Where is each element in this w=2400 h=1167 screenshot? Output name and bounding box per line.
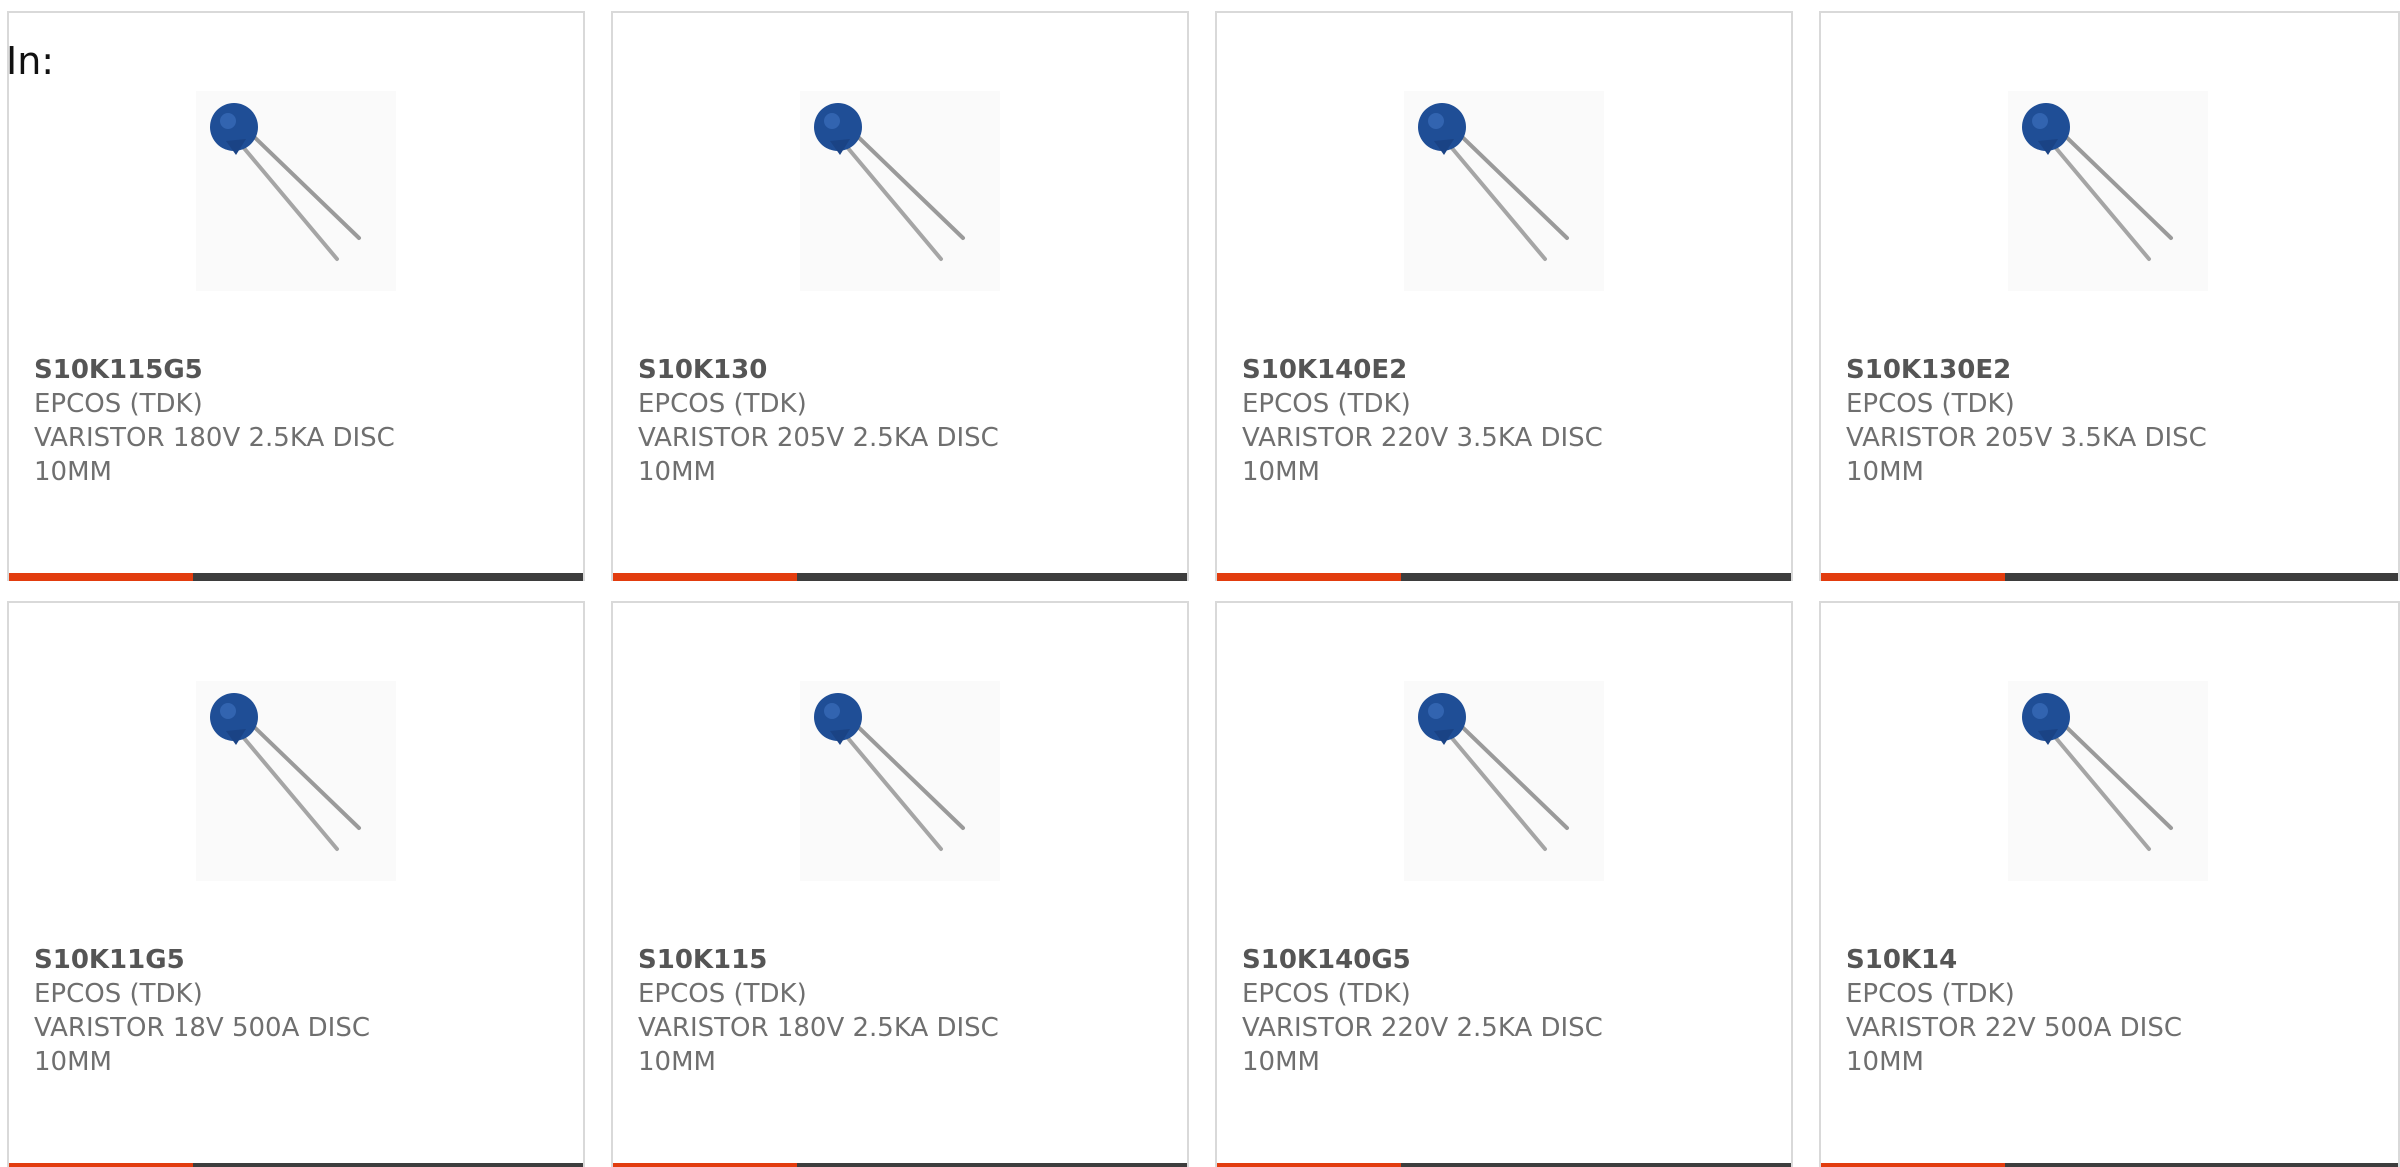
card-bottom-bar bbox=[1217, 573, 1791, 581]
part-number-link[interactable]: S10K140E2 bbox=[1242, 353, 1662, 387]
manufacturer: EPCOS (TDK) bbox=[1242, 979, 1411, 1009]
description: VARISTOR 220V 2.5KA DISC 10MM bbox=[1242, 1013, 1603, 1077]
card-bottom-bar bbox=[1821, 1163, 2398, 1167]
description: VARISTOR 205V 3.5KA DISC 10MM bbox=[1846, 423, 2207, 487]
card-accent bbox=[1821, 1163, 2005, 1167]
varistor-image[interactable] bbox=[800, 681, 1000, 881]
part-number-link[interactable]: S10K115 bbox=[638, 943, 1058, 977]
description: VARISTOR 180V 2.5KA DISC 10MM bbox=[638, 1013, 999, 1077]
part-number-link[interactable]: S10K11G5 bbox=[34, 943, 454, 977]
product-info: S10K11G5 EPCOS (TDK) VARISTOR 18V 500A D… bbox=[34, 943, 454, 1079]
product-card[interactable]: S10K140E2 EPCOS (TDK) VARISTOR 220V 3.5K… bbox=[1215, 11, 1793, 581]
product-info: S10K115 EPCOS (TDK) VARISTOR 180V 2.5KA … bbox=[638, 943, 1058, 1079]
card-accent bbox=[1217, 573, 1401, 581]
part-number-link[interactable]: S10K115G5 bbox=[34, 353, 454, 387]
manufacturer: EPCOS (TDK) bbox=[34, 389, 203, 419]
varistor-image[interactable] bbox=[2008, 681, 2208, 881]
card-accent bbox=[613, 573, 797, 581]
card-accent bbox=[9, 573, 193, 581]
product-card[interactable]: S10K11G5 EPCOS (TDK) VARISTOR 18V 500A D… bbox=[7, 601, 585, 1167]
manufacturer: EPCOS (TDK) bbox=[34, 979, 203, 1009]
product-info: S10K140E2 EPCOS (TDK) VARISTOR 220V 3.5K… bbox=[1242, 353, 1662, 489]
description: VARISTOR 18V 500A DISC 10MM bbox=[34, 1013, 370, 1077]
product-card[interactable]: S10K140G5 EPCOS (TDK) VARISTOR 220V 2.5K… bbox=[1215, 601, 1793, 1167]
manufacturer: EPCOS (TDK) bbox=[638, 389, 807, 419]
product-card[interactable]: S10K115 EPCOS (TDK) VARISTOR 180V 2.5KA … bbox=[611, 601, 1189, 1167]
card-bottom-bar bbox=[1821, 573, 2398, 581]
card-accent bbox=[9, 1163, 193, 1167]
card-accent bbox=[613, 1163, 797, 1167]
varistor-image[interactable] bbox=[196, 681, 396, 881]
description: VARISTOR 205V 2.5KA DISC 10MM bbox=[638, 423, 999, 487]
card-bottom-bar bbox=[9, 573, 583, 581]
product-info: S10K140G5 EPCOS (TDK) VARISTOR 220V 2.5K… bbox=[1242, 943, 1662, 1079]
description: VARISTOR 220V 3.5KA DISC 10MM bbox=[1242, 423, 1603, 487]
card-bottom-bar bbox=[9, 1163, 583, 1167]
product-card[interactable]: S10K115G5 EPCOS (TDK) VARISTOR 180V 2.5K… bbox=[7, 11, 585, 581]
filter-label: In: bbox=[6, 39, 55, 83]
varistor-image[interactable] bbox=[1404, 91, 1604, 291]
product-info: S10K130E2 EPCOS (TDK) VARISTOR 205V 3.5K… bbox=[1846, 353, 2266, 489]
part-number-link[interactable]: S10K130 bbox=[638, 353, 1058, 387]
product-info: S10K115G5 EPCOS (TDK) VARISTOR 180V 2.5K… bbox=[34, 353, 454, 489]
manufacturer: EPCOS (TDK) bbox=[1846, 389, 2015, 419]
card-bottom-bar bbox=[1217, 1163, 1791, 1167]
varistor-image[interactable] bbox=[800, 91, 1000, 291]
product-info: S10K130 EPCOS (TDK) VARISTOR 205V 2.5KA … bbox=[638, 353, 1058, 489]
product-grid-page: In: S10K115G5 EPCOS (TDK) VARISTOR 180V … bbox=[0, 0, 2400, 1167]
product-card[interactable]: S10K14 EPCOS (TDK) VARISTOR 22V 500A DIS… bbox=[1819, 601, 2400, 1167]
product-card[interactable]: S10K130E2 EPCOS (TDK) VARISTOR 205V 3.5K… bbox=[1819, 11, 2400, 581]
manufacturer: EPCOS (TDK) bbox=[1846, 979, 2015, 1009]
manufacturer: EPCOS (TDK) bbox=[1242, 389, 1411, 419]
varistor-image[interactable] bbox=[2008, 91, 2208, 291]
product-card[interactable]: S10K130 EPCOS (TDK) VARISTOR 205V 2.5KA … bbox=[611, 11, 1189, 581]
card-accent bbox=[1217, 1163, 1401, 1167]
description: VARISTOR 180V 2.5KA DISC 10MM bbox=[34, 423, 395, 487]
varistor-image[interactable] bbox=[196, 91, 396, 291]
varistor-image[interactable] bbox=[1404, 681, 1604, 881]
product-info: S10K14 EPCOS (TDK) VARISTOR 22V 500A DIS… bbox=[1846, 943, 2266, 1079]
part-number-link[interactable]: S10K140G5 bbox=[1242, 943, 1662, 977]
card-bottom-bar bbox=[613, 1163, 1187, 1167]
manufacturer: EPCOS (TDK) bbox=[638, 979, 807, 1009]
description: VARISTOR 22V 500A DISC 10MM bbox=[1846, 1013, 2182, 1077]
part-number-link[interactable]: S10K130E2 bbox=[1846, 353, 2266, 387]
card-bottom-bar bbox=[613, 573, 1187, 581]
card-accent bbox=[1821, 573, 2005, 581]
part-number-link[interactable]: S10K14 bbox=[1846, 943, 2266, 977]
